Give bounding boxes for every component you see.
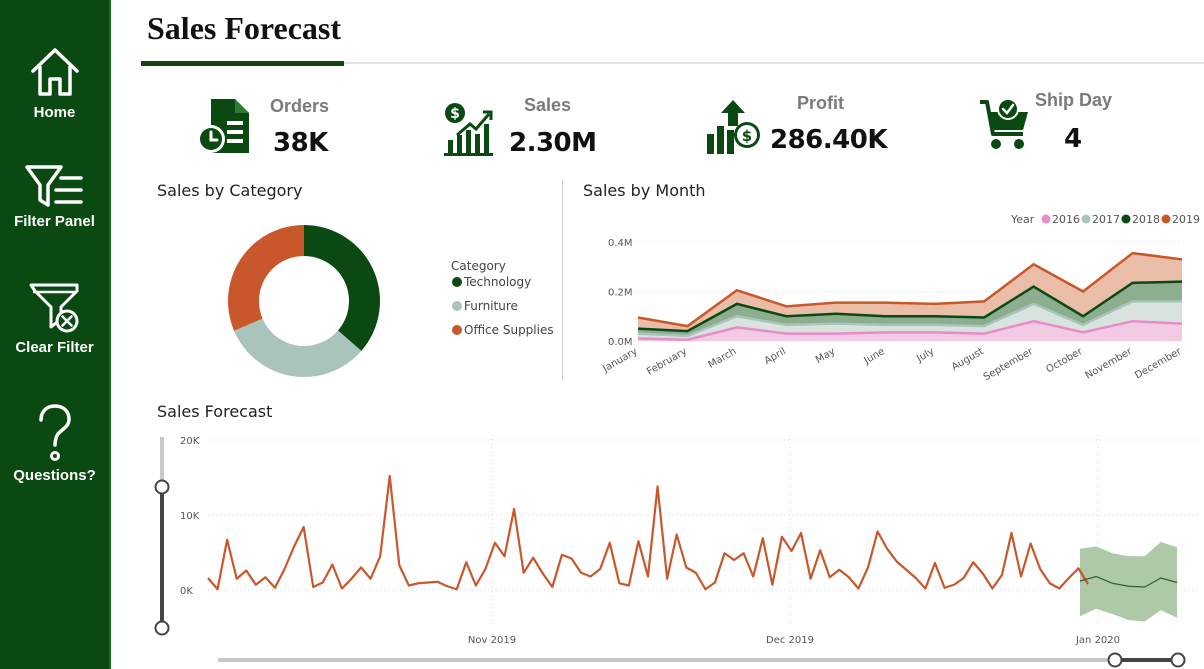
kpi-orders-label: Orders xyxy=(270,96,330,116)
sales-forecast-chart: 0K 10K 20K Nov 2019 Dec 2019 Jan 2020 xyxy=(154,435,1197,668)
legend-marker-2017 xyxy=(1081,214,1091,224)
horizontal-slider-handle-right[interactable] xyxy=(1170,652,1186,668)
sales-by-month-title: Sales by Month xyxy=(583,181,706,200)
kpi-profit-label: Profit xyxy=(797,93,844,113)
month-ytick-label: 0.4M xyxy=(608,238,633,249)
legend-marker-2018 xyxy=(1121,214,1131,224)
orders-icon xyxy=(197,99,249,153)
month-xtick-label: August xyxy=(950,346,986,373)
legend-label-2019: 2019 xyxy=(1172,213,1200,226)
legend-marker-2019 xyxy=(1161,214,1171,224)
legend-label-office-supplies: Office Supplies xyxy=(464,323,554,337)
legend-label-2017: 2017 xyxy=(1092,213,1120,226)
vertical-slider-handle-top[interactable] xyxy=(154,479,170,495)
forecast-xtick-label: Jan 2020 xyxy=(1075,635,1120,646)
home-label: Home xyxy=(33,104,76,121)
home-icon xyxy=(30,48,79,96)
svg-text:$: $ xyxy=(742,127,752,145)
svg-text:$: $ xyxy=(450,106,460,122)
sales-by-month-chart: 0.0M 0.2M 0.4M January February March April May… xyxy=(600,213,1200,384)
legend-label-furniture: Furniture xyxy=(464,299,518,313)
panel-divider xyxy=(562,180,563,380)
legend-marker-technology xyxy=(452,277,462,287)
month-xtick-label: April xyxy=(763,346,788,367)
month-xtick-label: October xyxy=(1044,346,1085,376)
legend-marker-2016 xyxy=(1041,214,1051,224)
title-underline-accent xyxy=(141,61,344,66)
question-icon xyxy=(38,404,71,461)
filter-panel-button[interactable]: Filter Panel xyxy=(0,163,109,230)
sales-by-category-chart: Category Technology Furniture Office Suppli… xyxy=(228,225,554,377)
home-button[interactable]: Home xyxy=(0,44,109,121)
month-xtick-label: January xyxy=(600,346,639,375)
legend-label-2016: 2016 xyxy=(1052,213,1080,226)
donut-slice-technology xyxy=(304,225,380,351)
legend-marker-office-supplies xyxy=(452,325,462,335)
forecast-xtick-label: Dec 2019 xyxy=(766,635,814,646)
month-xtick-label: July xyxy=(914,346,936,365)
shipping-cart-icon xyxy=(980,98,1028,149)
month-legend-title: Year xyxy=(1010,213,1035,226)
forecast-ytick-label: 20K xyxy=(180,436,200,447)
month-xtick-label: September xyxy=(982,346,1036,384)
clear-filter-label: Clear Filter xyxy=(15,339,94,356)
forecast-xtick-label: Nov 2019 xyxy=(468,635,516,646)
month-ytick-label: 0.2M xyxy=(608,288,633,299)
kpi-profit-value: 286.40K xyxy=(770,125,887,155)
month-xtick-label: December xyxy=(1133,346,1184,382)
legend-label-technology: Technology xyxy=(463,275,531,289)
month-xtick-label: May xyxy=(814,346,837,366)
forecast-ytick-label: 10K xyxy=(180,511,200,522)
sidebar: Home Filter Panel Clear Filter Questions… xyxy=(0,0,111,669)
horizontal-slider-handle-left[interactable] xyxy=(1107,652,1123,668)
questions-label: Questions? xyxy=(13,467,96,484)
vertical-slider-handle-bottom[interactable] xyxy=(154,620,170,636)
forecast-ytick-label: 0K xyxy=(180,586,193,597)
clear-filter-icon xyxy=(29,283,78,333)
kpi-ship-day-label: Ship Day xyxy=(1035,90,1113,110)
kpi-orders-value: 38K xyxy=(273,128,328,158)
sales-by-category-title: Sales by Category xyxy=(157,181,303,200)
page-title: Sales Forecast xyxy=(147,10,342,46)
questions-button[interactable]: Questions? xyxy=(0,403,109,484)
kpi-sales-label: Sales xyxy=(524,95,572,115)
legend-label-2018: 2018 xyxy=(1132,213,1160,226)
forecast-confidence-band xyxy=(1080,542,1177,622)
category-legend-title: Category xyxy=(451,259,506,273)
kpi-ship-day-value: 4 xyxy=(1064,124,1082,154)
filter-panel-icon xyxy=(24,165,83,207)
sales-icon: $ xyxy=(444,103,493,156)
clear-filter-button[interactable]: Clear Filter xyxy=(0,281,109,356)
month-xtick-label: March xyxy=(707,346,739,371)
sales-actual-line xyxy=(207,474,1089,591)
legend-marker-furniture xyxy=(452,301,462,311)
month-xtick-label: November xyxy=(1083,346,1134,382)
sales-forecast-title: Sales Forecast xyxy=(157,402,273,421)
kpi-sales-value: 2.30M xyxy=(509,128,597,158)
month-ytick-label: 0.0M xyxy=(608,337,633,348)
profit-icon: $ xyxy=(707,100,760,154)
filter-panel-label: Filter Panel xyxy=(14,213,95,230)
donut-slice-office-supplies xyxy=(228,225,304,331)
month-xtick-label: February xyxy=(645,346,689,378)
month-xtick-label: June xyxy=(862,346,887,367)
